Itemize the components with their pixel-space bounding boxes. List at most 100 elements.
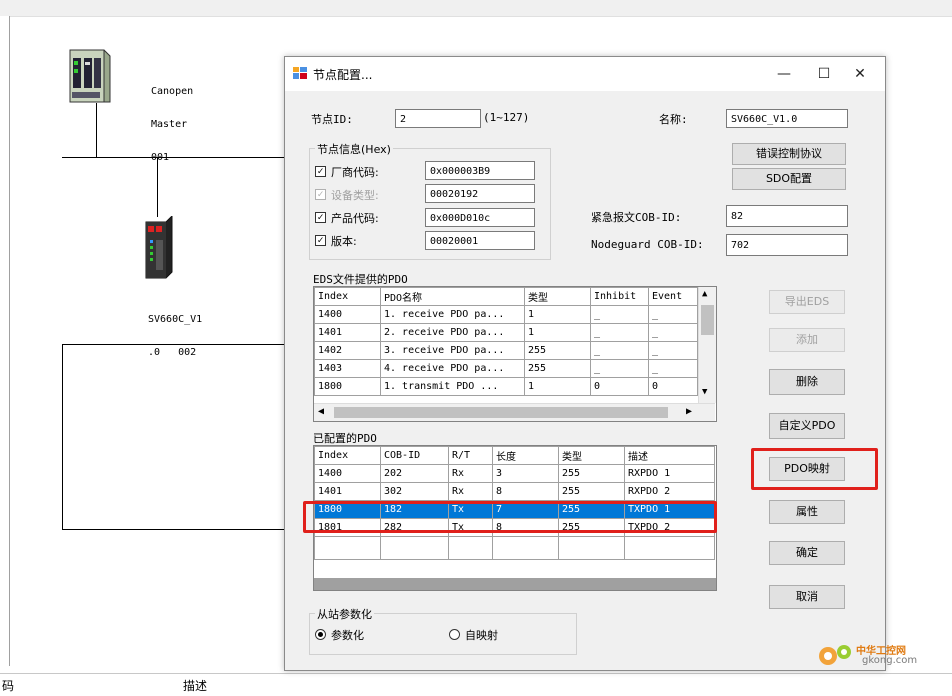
master-label: Canopen Master 001 bbox=[151, 64, 193, 174]
self-map-radio-label: 自映射 bbox=[465, 629, 498, 642]
title-bar[interactable]: 节点配置... — ☐ ✕ bbox=[285, 57, 885, 91]
eds-cell: _ bbox=[590, 341, 649, 360]
scroll-down-icon[interactable]: ▼ bbox=[702, 387, 707, 397]
self-map-radio[interactable] bbox=[449, 629, 460, 640]
eds-cell: 1. receive PDO pa... bbox=[380, 305, 525, 324]
eds-hscroll-thumb[interactable] bbox=[334, 407, 668, 418]
eds-vscroll-thumb[interactable] bbox=[701, 305, 714, 335]
eds-cell: 255 bbox=[524, 341, 591, 360]
version-checkbox[interactable]: ✓ bbox=[315, 235, 326, 246]
slave-param-title: 从站参数化 bbox=[315, 606, 374, 622]
table-row[interactable]: 1401 2. receive PDO pa... 1 _ _ bbox=[314, 323, 698, 342]
scroll-left-icon[interactable]: ◀ bbox=[318, 406, 324, 417]
table-row[interactable]: 1400 1. receive PDO pa... 1 _ _ bbox=[314, 305, 698, 324]
gear-icon bbox=[819, 645, 851, 665]
cfg-empty-cell bbox=[492, 536, 559, 560]
cfg-header-2[interactable]: R/T bbox=[448, 446, 493, 465]
selected-row-highlight bbox=[303, 501, 717, 533]
cfg-header-4[interactable]: 类型 bbox=[558, 446, 625, 465]
master-name: Canopen bbox=[151, 86, 194, 97]
product-input[interactable]: 0x000D010c bbox=[425, 208, 535, 227]
slave-device-icon[interactable] bbox=[142, 214, 176, 280]
table-row[interactable]: 1400 202 Rx 3 255 RXPDO 1 bbox=[314, 464, 715, 483]
device-type-label: 设备类型: bbox=[331, 189, 379, 202]
eds-header-row: Index PDO名称 类型 Inhibit Event bbox=[314, 287, 698, 306]
table-row[interactable]: 1402 3. receive PDO pa... 255 _ _ bbox=[314, 341, 698, 360]
dialog-title: 节点配置... bbox=[313, 68, 373, 82]
nodeguard-label: Nodeguard COB-ID: bbox=[591, 238, 704, 251]
eds-cell: 1403 bbox=[314, 359, 381, 378]
master-drop-line bbox=[96, 103, 97, 158]
close-button[interactable]: ✕ bbox=[845, 63, 875, 85]
param-radio[interactable] bbox=[315, 629, 326, 640]
minimize-button[interactable]: — bbox=[769, 63, 799, 85]
cancel-button[interactable]: 取消 bbox=[769, 585, 845, 609]
table-row[interactable]: 1800 1. transmit PDO ... 1 0 0 bbox=[314, 377, 698, 396]
name-input[interactable]: SV660C_V1.0 bbox=[726, 109, 848, 128]
product-label: 产品代码: bbox=[331, 212, 379, 225]
cfg-empty-cell bbox=[624, 536, 715, 560]
eds-header-0[interactable]: Index bbox=[314, 287, 381, 306]
node-config-dialog: 节点配置... — ☐ ✕ 节点ID: 2 (1~127) 名称: SV660C… bbox=[284, 56, 886, 671]
cfg-cell: 255 bbox=[558, 482, 625, 501]
bottom-col-code[interactable]: 码 bbox=[2, 677, 14, 694]
watermark-logo: 中华工控网 gkong.com bbox=[816, 636, 942, 676]
slave-node: .0 002 bbox=[148, 347, 197, 358]
bottom-list-header: 码 描述 bbox=[0, 673, 952, 696]
cfg-header-1[interactable]: COB-ID bbox=[380, 446, 449, 465]
vendor-input[interactable]: 0x000003B9 bbox=[425, 161, 535, 180]
ok-button[interactable]: 确定 bbox=[769, 541, 845, 565]
eds-pdo-table: Index PDO名称 类型 Inhibit Event 1400 1. receive … bbox=[314, 287, 698, 396]
master-device-icon[interactable] bbox=[62, 46, 112, 104]
eds-horizontal-scrollbar[interactable]: ◀ ▶ bbox=[314, 403, 715, 421]
eds-header-2[interactable]: 类型 bbox=[524, 287, 591, 306]
nodeguard-input[interactable]: 702 bbox=[726, 234, 848, 256]
eds-cell: 1 bbox=[524, 305, 591, 324]
product-checkbox[interactable]: ✓ bbox=[315, 212, 326, 223]
eds-cell: 255 bbox=[524, 359, 591, 378]
node-id-input[interactable]: 2 bbox=[395, 109, 481, 128]
watermark-url: gkong.com bbox=[862, 655, 918, 666]
bottom-col-desc[interactable]: 描述 bbox=[183, 677, 207, 694]
eds-pdo-list[interactable]: Index PDO名称 类型 Inhibit Event 1400 1. receive … bbox=[313, 286, 717, 422]
scroll-right-icon[interactable]: ▶ bbox=[686, 406, 692, 417]
export-eds-button[interactable]: 导出EDS bbox=[769, 290, 845, 314]
cfg-cell: 302 bbox=[380, 482, 449, 501]
eds-cell: 0 bbox=[590, 377, 649, 396]
cfg-empty-cell bbox=[558, 536, 625, 560]
table-row[interactable]: 1401 302 Rx 8 255 RXPDO 2 bbox=[314, 482, 715, 501]
cfg-horizontal-scrollbar[interactable] bbox=[314, 578, 716, 590]
device-type-checkbox[interactable]: ✓ bbox=[315, 189, 326, 200]
eds-header-3[interactable]: Inhibit bbox=[590, 287, 649, 306]
delete-button[interactable]: 删除 bbox=[769, 369, 845, 395]
error-control-button[interactable]: 错误控制协议 bbox=[732, 143, 846, 165]
custom-pdo-button[interactable]: 自定义PDO bbox=[769, 413, 845, 439]
param-radio-label: 参数化 bbox=[331, 629, 364, 642]
version-input[interactable]: 00020001 bbox=[425, 231, 535, 250]
eds-cell: _ bbox=[590, 359, 649, 378]
properties-button[interactable]: 属性 bbox=[769, 500, 845, 524]
node-id-range: (1~127) bbox=[483, 111, 530, 124]
eds-header-4[interactable]: Event bbox=[648, 287, 698, 306]
cfg-header-5[interactable]: 描述 bbox=[624, 446, 715, 465]
cfg-empty-cell bbox=[314, 536, 381, 560]
add-button[interactable]: 添加 bbox=[769, 328, 845, 352]
cfg-header-3[interactable]: 长度 bbox=[492, 446, 559, 465]
cfg-header-0[interactable]: Index bbox=[314, 446, 381, 465]
box-left-line bbox=[62, 344, 63, 530]
eds-cell: 1400 bbox=[314, 305, 381, 324]
device-type-input[interactable]: 00020192 bbox=[425, 184, 535, 203]
eds-vertical-scrollbar[interactable]: ▲ ▼ bbox=[698, 287, 716, 403]
cfg-cell: RXPDO 2 bbox=[624, 482, 715, 501]
eds-cell: 0 bbox=[648, 377, 698, 396]
eds-cell: _ bbox=[590, 323, 649, 342]
vendor-checkbox[interactable]: ✓ bbox=[315, 166, 326, 177]
eds-cell: _ bbox=[648, 305, 698, 324]
eds-header-1[interactable]: PDO名称 bbox=[380, 287, 525, 306]
maximize-button[interactable]: ☐ bbox=[809, 63, 839, 85]
sdo-config-button[interactable]: SDO配置 bbox=[732, 168, 846, 190]
scroll-up-icon[interactable]: ▲ bbox=[702, 289, 707, 299]
eds-cell: _ bbox=[648, 341, 698, 360]
table-row[interactable]: 1403 4. receive PDO pa... 255 _ _ bbox=[314, 359, 698, 378]
emcy-input[interactable]: 82 bbox=[726, 205, 848, 227]
